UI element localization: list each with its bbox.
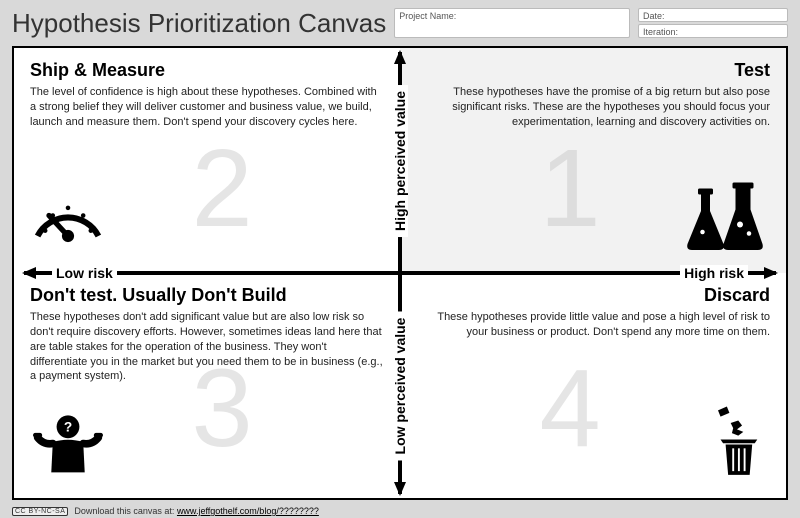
quadrant-dont-test: 3 Don't test. Usually Don't Build These … [14,273,400,498]
quadrant-ship-measure: 2 Ship & Measure The level of confidence… [14,48,400,273]
footer-text: Download this canvas at: [74,506,177,516]
meta-fields: Project Name: Date: Iteration: [394,8,788,38]
x-axis-label-high: High risk [680,265,748,281]
quadrant-body: These hypotheses provide little value an… [416,310,770,340]
shrug-person-icon: ? [30,404,106,480]
footer-link[interactable]: www.jeffgothelf.com/blog/???????? [177,506,319,516]
quadrant-number: 1 [540,134,601,244]
y-axis-label-low: Low perceived value [392,311,408,460]
project-name-field[interactable]: Project Name: [394,8,630,38]
date-field[interactable]: Date: [638,8,788,22]
quadrant-title: Ship & Measure [30,60,384,81]
gauge-icon [30,179,106,255]
quadrant-title: Test [416,60,770,81]
footer: CC BY-NC-SA Download this canvas at: www… [12,506,788,516]
cc-license-badge: CC BY-NC-SA [12,507,68,516]
quadrant-test: 1 Test These hypotheses have the promise… [400,48,786,273]
header: Hypothesis Prioritization Canvas Project… [0,0,800,43]
quadrant-body: The level of confidence is high about th… [30,85,384,130]
quadrant-title: Discard [416,285,770,306]
quadrant-title: Don't test. Usually Don't Build [30,285,384,306]
quadrant-discard: 4 Discard These hypotheses provide littl… [400,273,786,498]
y-axis-label-high: High perceived value [392,84,408,236]
svg-text:?: ? [64,419,72,434]
quadrant-body: These hypotheses don't add significant v… [30,310,384,384]
quadrant-body: These hypotheses have the promise of a b… [416,85,770,130]
quadrant-number: 2 [192,134,253,244]
canvas: 2 Ship & Measure The level of confidence… [12,46,788,500]
quadrant-number: 4 [540,354,601,464]
iteration-field[interactable]: Iteration: [638,24,788,38]
flasks-icon [680,179,770,255]
trash-icon [704,404,770,480]
x-axis-label-low: Low risk [52,265,117,281]
page-title: Hypothesis Prioritization Canvas [12,8,386,39]
